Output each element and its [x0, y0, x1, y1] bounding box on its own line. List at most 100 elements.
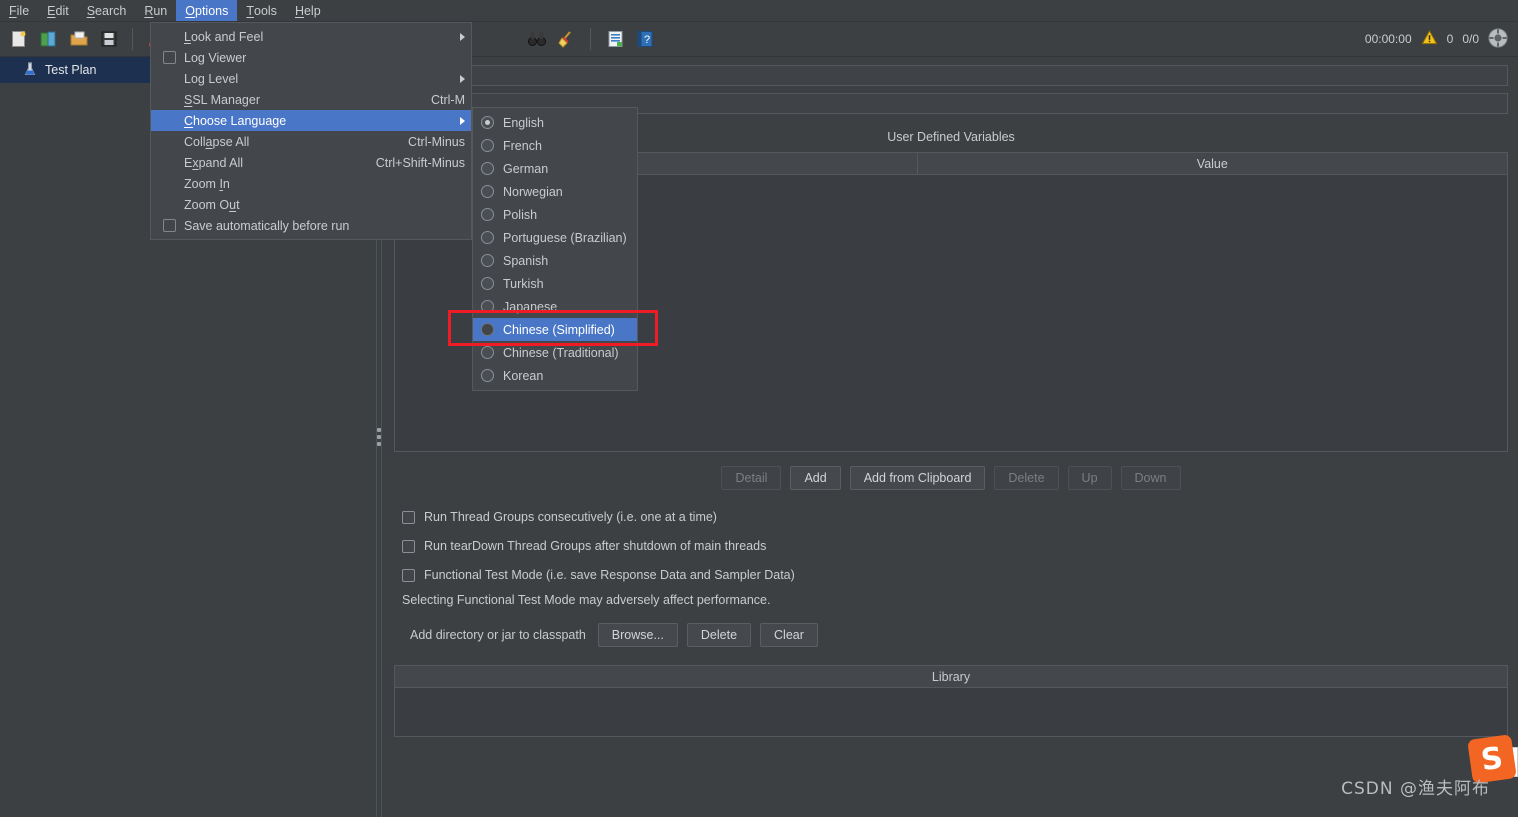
radio-chinese-simplified[interactable] — [481, 323, 494, 336]
menubar-item-help[interactable]: Help — [286, 0, 330, 21]
elapsed-timer: 00:00:00 — [1364, 32, 1412, 46]
detail-button[interactable]: Detail — [721, 466, 782, 490]
language-item-norwegian[interactable]: Norwegian — [473, 180, 637, 203]
label-run-consecutively: Run Thread Groups consecutively (i.e. on… — [424, 510, 717, 524]
radio-spanish[interactable] — [481, 254, 494, 267]
option-functional-test-mode[interactable]: Functional Test Mode (i.e. save Response… — [402, 568, 1508, 582]
column-header-value[interactable]: Value — [918, 153, 1507, 174]
checkbox-functional-test-mode[interactable] — [402, 568, 415, 582]
new-document-icon[interactable] — [5, 26, 32, 53]
language-label-norwegian: Norwegian — [503, 184, 563, 199]
warning-count: 0 — [1446, 32, 1454, 46]
language-item-turkish[interactable]: Turkish — [473, 272, 637, 295]
language-label-spanish: Spanish — [503, 253, 549, 268]
splitter-grip[interactable] — [377, 428, 381, 446]
radio-korean[interactable] — [481, 369, 494, 382]
language-item-korean[interactable]: Korean — [473, 364, 637, 387]
language-item-french[interactable]: French — [473, 134, 637, 157]
menu-item-zoom-out[interactable]: Zoom Out — [151, 194, 471, 215]
language-label-english: English — [503, 115, 544, 130]
column-header-library[interactable]: Library — [395, 666, 1507, 688]
menu-item-expand-all[interactable]: Expand All Ctrl+Shift-Minus — [151, 152, 471, 173]
menubar-item-tools[interactable]: Tools — [237, 0, 286, 21]
toolbar-separator-1 — [132, 28, 133, 50]
library-table-body[interactable] — [395, 688, 1507, 736]
option-run-teardown[interactable]: Run tearDown Thread Groups after shutdow… — [402, 539, 1508, 553]
menu-item-zoom-in[interactable]: Zoom In — [151, 173, 471, 194]
tree-item-label: Test Plan — [45, 63, 97, 77]
radio-polish[interactable] — [481, 208, 494, 221]
add-from-clipboard-button[interactable]: Add from Clipboard — [849, 466, 986, 490]
checkbox-run-consecutively[interactable] — [402, 510, 415, 524]
classpath-delete-button[interactable]: Delete — [686, 623, 752, 647]
menu-item-ssl-manager[interactable]: SSL Manager Ctrl-M — [151, 89, 471, 110]
menu-item-choose-language[interactable]: Choose Language — [151, 110, 471, 131]
log-viewer-icon[interactable] — [601, 26, 628, 53]
status-area: 00:00:00 0 0/0 — [1365, 28, 1518, 51]
language-item-english[interactable]: English — [473, 111, 637, 134]
radio-german[interactable] — [481, 162, 494, 175]
menubar-item-search[interactable]: Search — [78, 0, 136, 21]
language-item-spanish[interactable]: Spanish — [473, 249, 637, 272]
radio-portuguese-brazilian[interactable] — [481, 231, 494, 244]
accel-ssl-manager: Ctrl-M — [430, 92, 465, 107]
chevron-right-icon — [460, 74, 465, 83]
open-folder-icon[interactable] — [65, 26, 92, 53]
option-run-consecutively[interactable]: Run Thread Groups consecutively (i.e. on… — [402, 510, 1508, 524]
help-book-icon[interactable]: ? — [631, 26, 658, 53]
classpath-clear-button[interactable]: Clear — [760, 623, 818, 647]
toolbar-help-group: ? — [596, 26, 663, 53]
search-binoculars-icon[interactable] — [523, 26, 550, 53]
checkbox-log-viewer[interactable] — [163, 51, 176, 64]
menu-item-look-and-feel[interactable]: Look and Feel — [151, 26, 471, 47]
language-label-portuguese-brazilian: Portuguese (Brazilian) — [503, 230, 627, 245]
warning-triangle-icon[interactable] — [1421, 29, 1438, 49]
toolbar-search-group — [518, 26, 585, 53]
language-label-german: German — [503, 161, 549, 176]
accel-collapse-all: Ctrl-Minus — [408, 134, 465, 149]
down-button[interactable]: Down — [1120, 466, 1181, 490]
menu-label-log-viewer: Log Viewer — [184, 50, 247, 65]
checkbox-run-teardown[interactable] — [402, 539, 415, 553]
delete-button[interactable]: Delete — [994, 466, 1059, 490]
library-table: Library — [394, 665, 1508, 737]
menu-item-save-automatically[interactable]: Save automatically before run — [151, 215, 471, 236]
activity-indicator-icon[interactable] — [1488, 28, 1508, 51]
checkbox-save-automatically[interactable] — [163, 219, 176, 232]
test-plan-flask-icon — [22, 61, 38, 80]
language-item-chinese-traditional[interactable]: Chinese (Traditional) — [473, 341, 637, 364]
browse-button[interactable]: Browse... — [597, 623, 678, 647]
language-item-portuguese-brazilian[interactable]: Portuguese (Brazilian) — [473, 226, 637, 249]
menubar-item-run[interactable]: Run — [135, 0, 176, 21]
add-button[interactable]: Add — [790, 466, 841, 490]
choose-language-submenu: English French German Norwegian Polish P… — [472, 107, 638, 391]
svg-text:?: ? — [643, 34, 649, 46]
radio-chinese-traditional[interactable] — [481, 346, 494, 359]
menu-item-log-viewer[interactable]: Log Viewer — [151, 47, 471, 68]
radio-french[interactable] — [481, 139, 494, 152]
radio-japanese[interactable] — [481, 300, 494, 313]
thread-count: 0/0 — [1462, 32, 1479, 46]
up-button[interactable]: Up — [1067, 466, 1112, 490]
language-item-german[interactable]: German — [473, 157, 637, 180]
radio-turkish[interactable] — [481, 277, 494, 290]
save-icon[interactable] — [95, 26, 122, 53]
csdn-watermark: CSDN @渔夫阿布 — [1341, 779, 1490, 799]
templates-icon[interactable] — [35, 26, 62, 53]
menubar-item-edit[interactable]: Edit — [38, 0, 78, 21]
language-item-chinese-simplified[interactable]: Chinese (Simplified) — [473, 318, 637, 341]
name-input[interactable] — [394, 65, 1508, 86]
name-field-row — [394, 65, 1508, 86]
functional-test-mode-note: Selecting Functional Test Mode may adver… — [402, 593, 771, 607]
radio-english[interactable] — [481, 116, 494, 129]
radio-norwegian[interactable] — [481, 185, 494, 198]
language-item-polish[interactable]: Polish — [473, 203, 637, 226]
menu-item-collapse-all[interactable]: Collapse All Ctrl-Minus — [151, 131, 471, 152]
clear-broom-icon[interactable] — [553, 26, 580, 53]
language-item-japanese[interactable]: Japanese — [473, 295, 637, 318]
menu-label-save-automatically: Save automatically before run — [184, 218, 350, 233]
menu-item-log-level[interactable]: Log Level — [151, 68, 471, 89]
options-dropdown-menu: Look and Feel Log Viewer Log Level SSL M… — [150, 22, 472, 240]
menubar-item-file[interactable]: File — [0, 0, 38, 21]
menubar-item-options[interactable]: Options — [176, 0, 238, 21]
